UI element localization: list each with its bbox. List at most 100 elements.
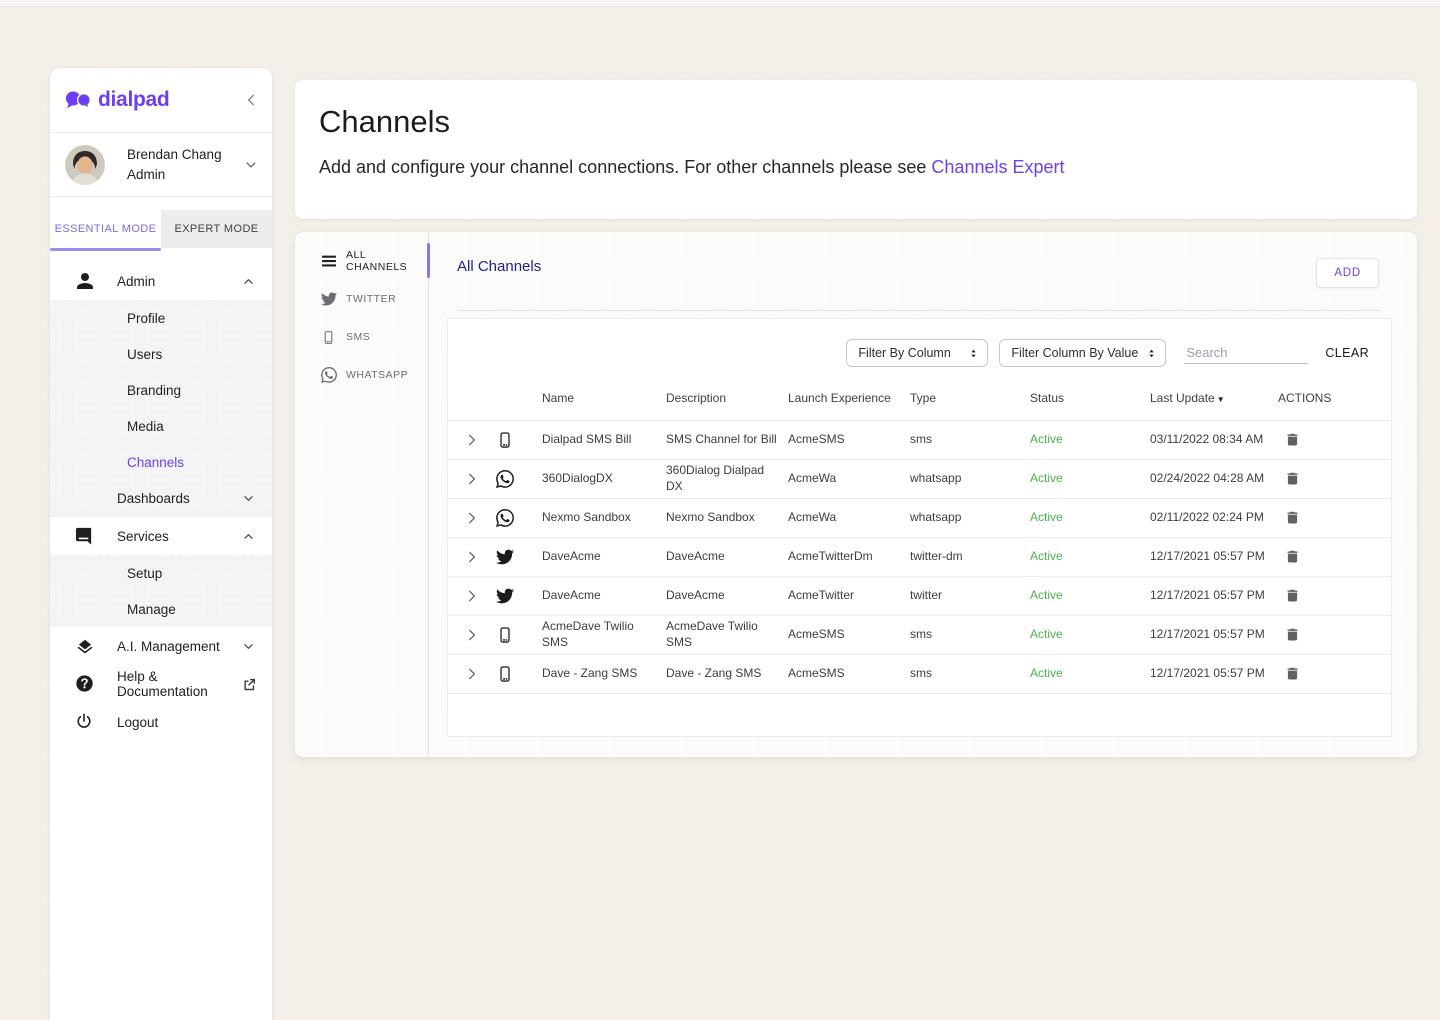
chevron-down-icon xyxy=(244,158,258,172)
user-role: Admin xyxy=(127,166,166,182)
expand-row-icon[interactable] xyxy=(448,589,496,603)
sidebar-item-services[interactable]: Services xyxy=(50,517,272,555)
whatsapp-channel-icon xyxy=(496,509,542,527)
twitter-channel-icon xyxy=(496,548,542,566)
status-badge: Active xyxy=(1030,432,1063,447)
tab-twitter[interactable]: TWITTER xyxy=(295,280,428,318)
avatar xyxy=(65,144,105,185)
column-header-last-update[interactable]: Last Update ▼ xyxy=(1150,391,1278,407)
tab-essential-mode[interactable]: ESSENTIAL MODE xyxy=(50,210,161,251)
phone-icon xyxy=(321,329,337,345)
table-row[interactable]: Dave - Zang SMS Dave - Zang SMS AcmeSMS … xyxy=(448,655,1391,694)
sidebar-item-help-documentation[interactable]: Help & Documentation xyxy=(50,665,272,703)
table-row[interactable]: DaveAcme DaveAcme AcmeTwitter twitter Ac… xyxy=(448,577,1391,616)
expand-row-icon[interactable] xyxy=(448,550,496,564)
sidebar-item-ai-management[interactable]: A.I. Management xyxy=(50,627,272,665)
sidebar-item-channels[interactable]: Channels xyxy=(50,444,272,480)
sidebar-item-setup[interactable]: Setup xyxy=(50,555,272,591)
status-badge: Active xyxy=(1030,510,1063,525)
status-badge: Active xyxy=(1030,588,1063,603)
select-arrows-icon xyxy=(968,347,979,360)
menu-icon xyxy=(321,253,337,269)
panel-heading: All Channels xyxy=(457,258,542,275)
expand-row-icon[interactable] xyxy=(448,511,496,525)
whatsapp-channel-icon xyxy=(496,470,542,488)
sidebar-item-branding[interactable]: Branding xyxy=(50,372,272,408)
page-subtitle: Add and configure your channel connectio… xyxy=(319,157,1065,177)
user-name: Brendan Chang xyxy=(127,146,222,162)
clear-button[interactable]: CLEAR xyxy=(1325,346,1369,360)
status-badge: Active xyxy=(1030,471,1063,486)
delete-icon[interactable] xyxy=(1284,588,1301,605)
user-menu[interactable]: Brendan Chang Admin xyxy=(50,133,272,196)
expand-row-icon[interactable] xyxy=(448,433,496,447)
page-title: Channels xyxy=(319,104,450,139)
page-header-card: Channels Add and configure your channel … xyxy=(295,80,1417,219)
chevron-down-icon xyxy=(242,492,255,505)
layers-icon xyxy=(75,636,95,656)
sms-channel-icon xyxy=(496,431,542,449)
sidebar: dialpad Brendan Chang Admin ESSENTIAL MO… xyxy=(50,68,272,1020)
chevron-down-icon xyxy=(242,640,255,653)
divider xyxy=(50,196,272,197)
channels-expert-link[interactable]: Channels Expert xyxy=(931,157,1064,177)
filter-by-value-select[interactable]: Filter Column By Value xyxy=(999,339,1167,367)
tab-whatsapp[interactable]: WHATSAPP xyxy=(295,356,428,394)
expand-row-icon[interactable] xyxy=(448,472,496,486)
twitter-channel-icon xyxy=(496,587,542,605)
delete-icon[interactable] xyxy=(1284,627,1301,644)
chevron-up-icon xyxy=(242,275,255,288)
tab-expert-mode[interactable]: EXPERT MODE xyxy=(161,210,272,248)
sidebar-item-logout[interactable]: Logout xyxy=(50,703,272,741)
expand-row-icon[interactable] xyxy=(448,628,496,642)
filter-by-column-select[interactable]: Filter By Column xyxy=(846,339,989,367)
status-badge: Active xyxy=(1030,666,1063,681)
sidebar-collapse-icon[interactable] xyxy=(244,93,258,107)
table-row[interactable]: Dialpad SMS Bill SMS Channel for Bill Ac… xyxy=(448,421,1391,460)
top-edge-strip xyxy=(0,0,1440,7)
sidebar-item-users[interactable]: Users xyxy=(50,336,272,372)
table-row[interactable]: DaveAcme DaveAcme AcmeTwitterDm twitter-… xyxy=(448,538,1391,577)
person-icon xyxy=(75,271,95,291)
dialpad-wordmark: dialpad xyxy=(98,88,170,111)
chevron-up-icon xyxy=(242,530,255,543)
column-header-launch-experience: Launch Experience xyxy=(788,390,891,405)
status-badge: Active xyxy=(1030,549,1063,564)
status-badge: Active xyxy=(1030,627,1063,642)
delete-icon[interactable] xyxy=(1284,432,1301,449)
sms-channel-icon xyxy=(496,665,542,683)
table-row[interactable]: AcmeDave Twilio SMS AcmeDave Twilio SMS … xyxy=(448,616,1391,655)
sidebar-item-admin[interactable]: Admin xyxy=(50,262,272,300)
power-icon xyxy=(75,712,95,732)
dialpad-logo-icon xyxy=(65,90,92,111)
delete-icon[interactable] xyxy=(1284,510,1301,527)
chat-icon xyxy=(75,526,95,546)
column-header-name: Name xyxy=(542,390,575,405)
delete-icon[interactable] xyxy=(1284,549,1301,566)
sidebar-item-manage[interactable]: Manage xyxy=(50,591,272,627)
sms-channel-icon xyxy=(496,626,542,644)
channels-panel: ALL CHANNELS TWITTER SMS WHATSAPP All Ch… xyxy=(295,232,1417,757)
column-header-status: Status xyxy=(1030,390,1065,405)
sidebar-nav: Admin Profile Users Branding Media Chann… xyxy=(50,262,272,741)
expand-row-icon[interactable] xyxy=(448,667,496,681)
table-header-row: Name Description Launch Experience Type … xyxy=(448,377,1391,421)
delete-icon[interactable] xyxy=(1284,471,1301,488)
channel-type-tabs: ALL CHANNELS TWITTER SMS WHATSAPP xyxy=(295,232,430,757)
column-header-description: Description xyxy=(666,390,727,405)
divider xyxy=(457,310,1381,311)
table-row[interactable]: Nexmo Sandbox Nexmo Sandbox AcmeWa whats… xyxy=(448,499,1391,538)
sidebar-item-profile[interactable]: Profile xyxy=(50,300,272,336)
delete-icon[interactable] xyxy=(1284,666,1301,683)
sidebar-item-media[interactable]: Media xyxy=(50,408,272,444)
help-icon xyxy=(75,674,95,694)
sort-desc-icon: ▼ xyxy=(1216,394,1225,404)
sidebar-item-dashboards[interactable]: Dashboards xyxy=(50,480,272,517)
tab-sms[interactable]: SMS xyxy=(295,318,428,356)
table-row[interactable]: 360DialogDX 360Dialog Dialpad DX AcmeWa … xyxy=(448,460,1391,499)
tab-all-channels[interactable]: ALL CHANNELS xyxy=(295,242,430,280)
column-header-type: Type xyxy=(910,390,937,405)
search-input[interactable] xyxy=(1184,342,1309,364)
external-link-icon xyxy=(242,678,255,691)
add-button[interactable]: ADD xyxy=(1316,258,1379,288)
